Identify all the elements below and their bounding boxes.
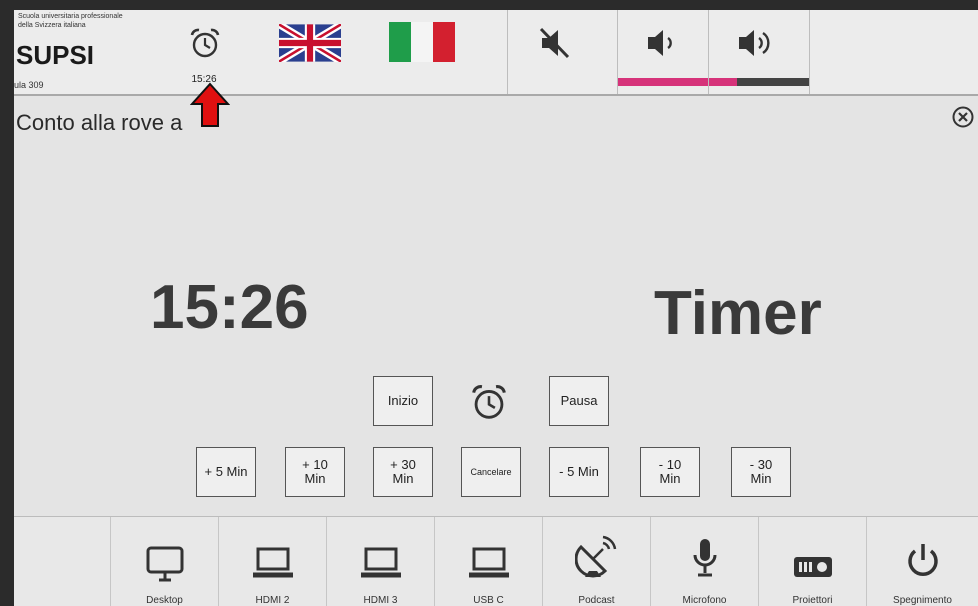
subtract-5-min-button[interactable]: - 5 Min	[549, 447, 609, 497]
laptop-icon	[252, 547, 293, 578]
subtract-10-min-button[interactable]: - 10 Min	[640, 447, 700, 497]
institution-line-1: Scuola universitaria professionale	[18, 13, 123, 20]
projectors-button[interactable]: Proiettori	[758, 517, 866, 606]
source-hdmi3-button[interactable]: HDMI 3	[326, 517, 434, 606]
source-label: Proiettori	[792, 595, 833, 606]
source-hdmi2-button[interactable]: HDMI 2	[218, 517, 326, 606]
button-label: Cancelare	[470, 467, 512, 477]
source-label: HDMI 3	[363, 595, 398, 606]
language-english-button[interactable]	[274, 10, 374, 94]
close-icon[interactable]	[952, 106, 974, 128]
source-usbc-button[interactable]: USB C	[434, 517, 542, 606]
button-label-unit: Min	[750, 471, 772, 486]
power-icon	[907, 544, 938, 576]
button-label-unit: Min	[304, 471, 326, 486]
english-flag-icon	[279, 24, 341, 62]
satellite-dish-icon	[574, 535, 616, 578]
speaker-high-icon	[739, 30, 770, 56]
volume-up-button[interactable]	[709, 10, 809, 94]
brand-name: SUPSI	[16, 40, 95, 70]
supsi-logo: Scuola universitaria professionale della…	[14, 12, 174, 92]
button-label: - 10	[658, 457, 682, 472]
button-label: + 30	[390, 457, 416, 472]
microphone-icon	[693, 539, 716, 577]
projector-icon	[793, 557, 832, 577]
source-label: Microfono	[682, 595, 727, 606]
language-italian-button[interactable]	[374, 10, 474, 94]
source-label: Desktop	[146, 595, 183, 606]
volume-up-indicator	[737, 78, 809, 86]
institution-name: Scuola universitaria professionale della…	[18, 12, 123, 30]
mute-button[interactable]	[508, 10, 608, 94]
speaker-low-icon	[648, 30, 672, 56]
source-podcast-button[interactable]: Podcast	[542, 517, 650, 606]
button-label: - 5 Min	[559, 464, 599, 479]
alarm-clock-icon[interactable]	[469, 382, 509, 422]
volume-down-button[interactable]	[618, 10, 738, 94]
subtract-30-min-button[interactable]: - 30 Min	[731, 447, 791, 497]
button-label: - 30	[749, 457, 773, 472]
cancel-button[interactable]: Cancelare	[461, 447, 521, 497]
alarm-clock-icon	[190, 28, 220, 58]
top-bar: Scuola universitaria professionale della…	[14, 10, 978, 96]
source-bar: Desktop HDMI 2 HDMI 3 USB C Podcast Micr…	[14, 516, 978, 606]
timer-label: Timer	[654, 279, 822, 348]
add-10-min-button[interactable]: + 10 Min	[285, 447, 345, 497]
button-label: + 5 Min	[204, 464, 248, 479]
power-off-button[interactable]: Spegnimento	[866, 517, 978, 606]
source-label: HDMI 2	[255, 595, 290, 606]
button-label: + 10	[302, 457, 328, 472]
source-label: Spegnimento	[893, 595, 952, 606]
countdown-time: 15:26	[150, 273, 309, 342]
title-row: Conto alla rove a	[14, 102, 978, 142]
laptop-icon	[468, 547, 509, 578]
start-button[interactable]: Inizio	[373, 376, 433, 426]
source-label: Podcast	[578, 595, 615, 606]
italian-flag-icon	[389, 22, 455, 62]
add-30-min-button[interactable]: + 30 Min	[373, 447, 433, 497]
source-microphone-button[interactable]: Microfono	[650, 517, 758, 606]
pause-button[interactable]: Pausa	[549, 376, 609, 426]
speaker-mute-icon	[539, 27, 570, 59]
laptop-icon	[360, 547, 401, 578]
button-label-unit: Min	[659, 471, 681, 486]
page-title: Conto alla rove a	[16, 110, 183, 135]
source-label: USB C	[473, 595, 504, 606]
source-desktop-button[interactable]: Desktop	[110, 517, 218, 606]
add-5-min-button[interactable]: + 5 Min	[196, 447, 256, 497]
institution-line-2: della Svizzera italiana	[18, 22, 86, 29]
room-label: ula 309	[14, 80, 44, 90]
divider	[809, 10, 810, 94]
touch-panel-screen: Scuola universitaria professionale della…	[14, 10, 978, 606]
button-label-unit: Min	[392, 471, 414, 486]
monitor-icon	[146, 546, 183, 582]
